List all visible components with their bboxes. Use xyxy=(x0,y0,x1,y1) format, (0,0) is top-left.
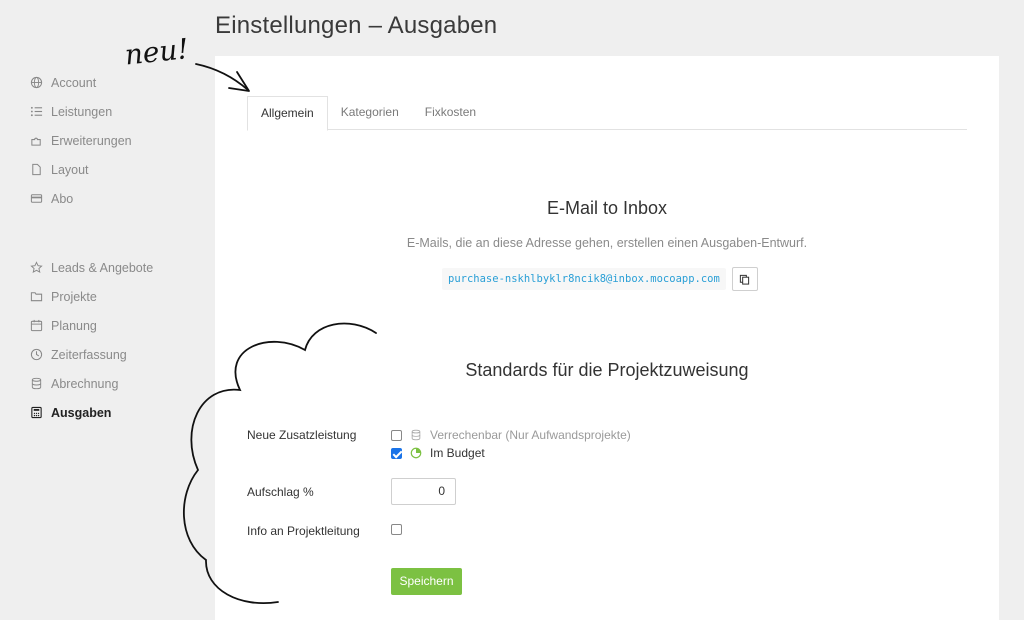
sidebar-item-erweiterungen[interactable]: Erweiterungen xyxy=(30,126,200,155)
list-icon xyxy=(30,105,43,118)
sidebar-item-label: Abo xyxy=(51,191,74,206)
database-icon xyxy=(30,377,43,390)
sidebar-item-label: Planung xyxy=(51,318,97,333)
sidebar-item-label: Projekte xyxy=(51,289,97,304)
folder-icon xyxy=(30,290,43,303)
sidebar-item-abo[interactable]: Abo xyxy=(30,184,200,213)
sidebar-item-ausgaben[interactable]: Ausgaben xyxy=(30,398,200,427)
sidebar-item-label: Zeiterfassung xyxy=(51,347,127,362)
sidebar-item-label: Account xyxy=(51,75,97,90)
sidebar-item-label: Ausgaben xyxy=(51,405,112,420)
star-icon xyxy=(30,261,43,274)
document-icon xyxy=(30,163,43,176)
email-section-description: E-Mails, die an diese Adresse gehen, ers… xyxy=(406,236,808,250)
calculator-icon xyxy=(30,406,43,419)
aufschlag-input[interactable]: 0 xyxy=(391,478,456,505)
calendar-icon xyxy=(30,319,43,332)
globe-icon xyxy=(30,76,43,89)
tab-bar: Allgemein Kategorien Fixkosten xyxy=(247,96,967,131)
pie-chart-icon xyxy=(410,447,422,459)
sidebar-item-label: Erweiterungen xyxy=(51,133,132,148)
verrechenbar-label: Verrechenbar (Nur Aufwandsprojekte) xyxy=(430,428,631,442)
aufschlag-label: Aufschlag % xyxy=(247,485,314,499)
sidebar-item-account[interactable]: Account xyxy=(30,68,200,97)
sidebar-item-abrechnung[interactable]: Abrechnung xyxy=(30,369,200,398)
annotation-neu-text: neu! xyxy=(123,32,190,71)
sidebar-item-leistungen[interactable]: Leistungen xyxy=(30,97,200,126)
sidebar-item-label: Abrechnung xyxy=(51,376,119,391)
im-budget-checkbox[interactable] xyxy=(391,447,402,459)
database-icon xyxy=(410,429,422,441)
option-verrechenbar: Verrechenbar (Nur Aufwandsprojekte) xyxy=(391,428,631,442)
copy-button[interactable] xyxy=(731,267,758,291)
settings-card: Allgemein Kategorien Fixkosten E-Mail to… xyxy=(215,56,999,620)
verrechenbar-checkbox[interactable] xyxy=(391,429,402,441)
inbox-email-address[interactable]: purchase-nskhlbyklr8ncik8@inbox.mocoapp.… xyxy=(442,268,726,290)
email-section-title: E-Mail to Inbox xyxy=(546,198,668,218)
sidebar-item-label: Leistungen xyxy=(51,104,113,119)
info-projektleitung-label: Info an Projektleitung xyxy=(247,524,360,538)
sidebar-item-label: Layout xyxy=(51,162,89,177)
page-title: Einstellungen – Ausgaben xyxy=(215,12,498,39)
neue-zusatzleistung-label: Neue Zusatzleistung xyxy=(247,428,357,442)
standards-section-title: Standards für die Projektzuweisung xyxy=(465,360,749,380)
option-info-projektleitung xyxy=(391,524,402,535)
sidebar: Account Leistungen Erweiterungen Layout … xyxy=(30,68,200,427)
copy-icon xyxy=(739,274,750,285)
tab-allgemein[interactable]: Allgemein xyxy=(247,96,328,131)
email-address-row: purchase-nskhlbyklr8ncik8@inbox.mocoapp.… xyxy=(442,267,758,291)
puzzle-icon xyxy=(30,134,43,147)
im-budget-label: Im Budget xyxy=(430,446,485,460)
option-im-budget: Im Budget xyxy=(391,446,485,460)
clock-icon xyxy=(30,348,43,361)
sidebar-item-projekte[interactable]: Projekte xyxy=(30,282,200,311)
sidebar-item-label: Leads & Angebote xyxy=(51,260,154,275)
save-button[interactable]: Speichern xyxy=(391,568,462,595)
credit-card-icon xyxy=(30,192,43,205)
info-projektleitung-checkbox[interactable] xyxy=(391,524,402,535)
tab-fixkosten[interactable]: Fixkosten xyxy=(412,96,489,130)
sidebar-item-leads-angebote[interactable]: Leads & Angebote xyxy=(30,253,200,282)
sidebar-item-planung[interactable]: Planung xyxy=(30,311,200,340)
sidebar-item-layout[interactable]: Layout xyxy=(30,155,200,184)
sidebar-item-zeiterfassung[interactable]: Zeiterfassung xyxy=(30,340,200,369)
annotation-neu: neu! xyxy=(123,32,190,71)
tab-kategorien[interactable]: Kategorien xyxy=(328,96,412,130)
